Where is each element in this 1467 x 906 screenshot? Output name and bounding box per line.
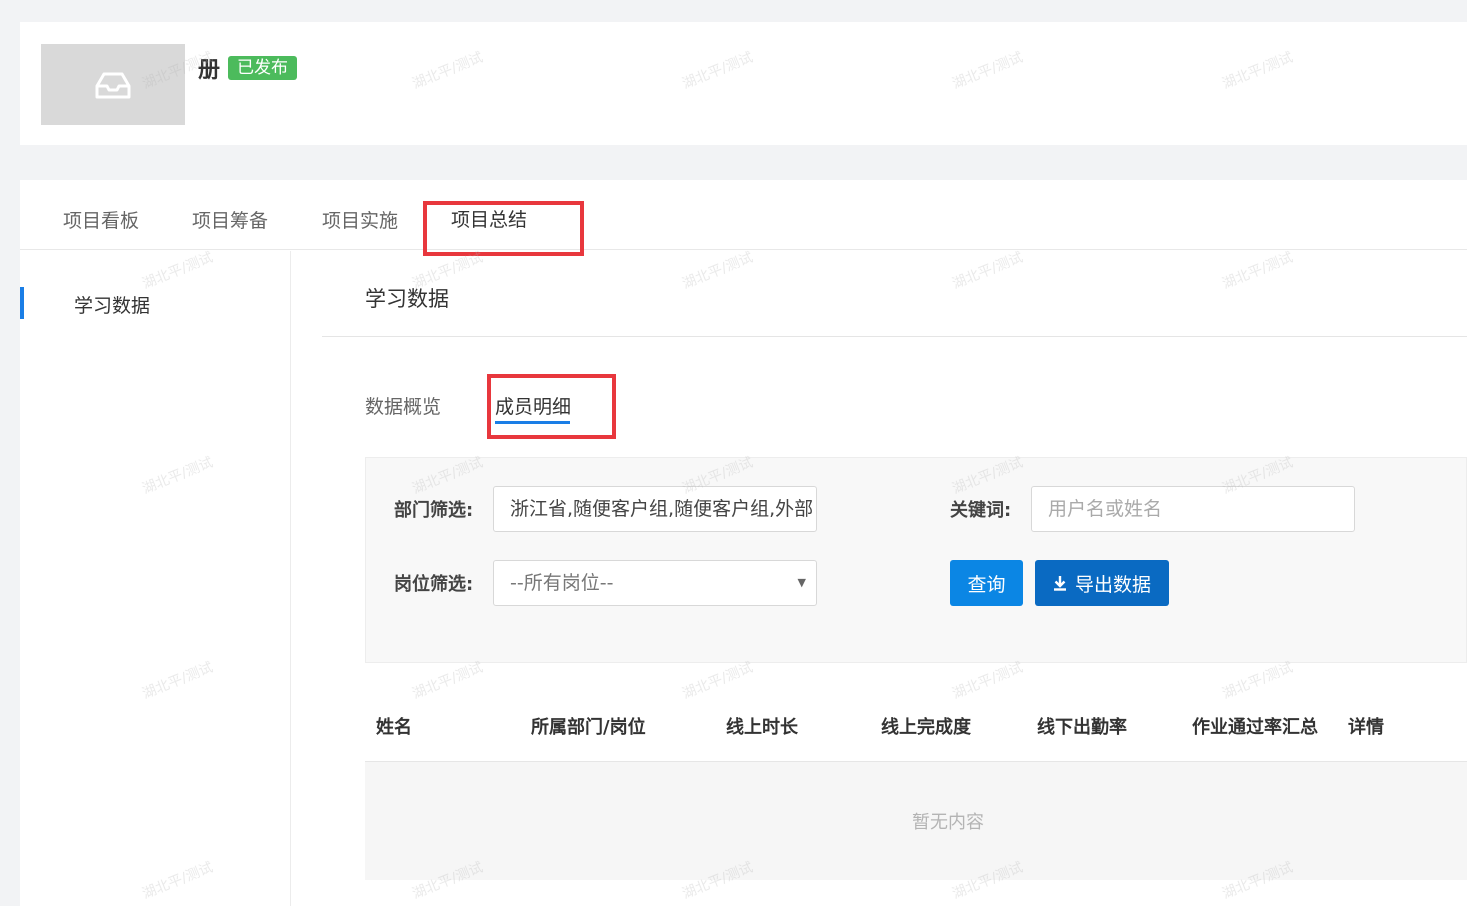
project-header: 册 已发布 — [20, 22, 1467, 145]
column-header-online-completion: 线上完成度 — [881, 717, 971, 738]
position-filter-label: 岗位筛选: — [394, 574, 474, 595]
export-button-label: 导出数据 — [1074, 573, 1151, 596]
position-filter-select[interactable]: --所有岗位-- ▼ — [493, 560, 817, 606]
empty-state-text: 暂无内容 — [912, 812, 984, 833]
status-badge: 已发布 — [228, 56, 298, 80]
project-cover-image — [41, 44, 185, 125]
column-header-homework-pass-rate: 作业通过率汇总 — [1192, 717, 1318, 738]
main-panel: 项目看板 项目筹备 项目实施 项目总结 学习数据 学习数据 数据概览 成员明细 … — [20, 180, 1467, 906]
sidebar-item-label: 学习数据 — [74, 295, 151, 317]
department-filter-input[interactable]: 浙江省,随便客户组,随便客户组,外部 — [493, 486, 817, 532]
table-body: 暂无内容 — [365, 761, 1467, 880]
column-header-offline-attendance: 线下出勤率 — [1037, 717, 1127, 738]
export-data-button[interactable]: 导出数据 — [1035, 560, 1169, 606]
project-title: 册 — [198, 58, 221, 83]
chevron-down-icon: ▼ — [797, 576, 806, 589]
project-tabs: 项目看板 项目筹备 项目实施 项目总结 — [20, 180, 1467, 256]
content-area: 学习数据 数据概览 成员明细 部门筛选: 浙江省,随便客户组,随便客户组,外部 … — [322, 251, 1467, 906]
inbox-icon — [95, 72, 131, 98]
project-title-row: 册 已发布 — [198, 52, 298, 84]
download-icon — [1053, 576, 1066, 591]
column-header-details: 详情 — [1348, 717, 1384, 738]
column-header-department: 所属部门/岗位 — [531, 717, 646, 738]
subtab-data-overview[interactable]: 数据概览 — [365, 392, 441, 419]
keyword-label: 关键词: — [950, 500, 1012, 521]
position-select-value: --所有岗位-- — [510, 572, 614, 594]
table-header: 姓名 所属部门/岗位 线上时长 线上完成度 线下出勤率 作业通过率汇总 详情 — [365, 691, 1467, 761]
keyword-search-input[interactable]: 用户名或姓名 — [1031, 486, 1355, 532]
subtab-highlight-box — [487, 374, 616, 439]
section-title: 学习数据 — [365, 287, 449, 311]
column-header-name: 姓名 — [376, 717, 412, 738]
query-button-label: 查询 — [967, 573, 1006, 596]
tab-highlight-box — [423, 201, 584, 256]
tab-project-preparation[interactable]: 项目筹备 — [192, 206, 268, 233]
sidebar-item-learning-data[interactable]: 学习数据 — [20, 287, 290, 319]
sidebar: 学习数据 — [20, 251, 291, 906]
tab-project-board[interactable]: 项目看板 — [63, 206, 139, 233]
section-divider — [322, 336, 1467, 337]
tab-project-implementation[interactable]: 项目实施 — [322, 206, 398, 233]
column-header-online-duration: 线上时长 — [726, 717, 798, 738]
filter-panel: 部门筛选: 浙江省,随便客户组,随便客户组,外部 关键词: 用户名或姓名 岗位筛… — [365, 457, 1467, 663]
department-filter-label: 部门筛选: — [394, 500, 474, 521]
active-indicator — [20, 287, 24, 319]
query-button[interactable]: 查询 — [950, 560, 1023, 606]
